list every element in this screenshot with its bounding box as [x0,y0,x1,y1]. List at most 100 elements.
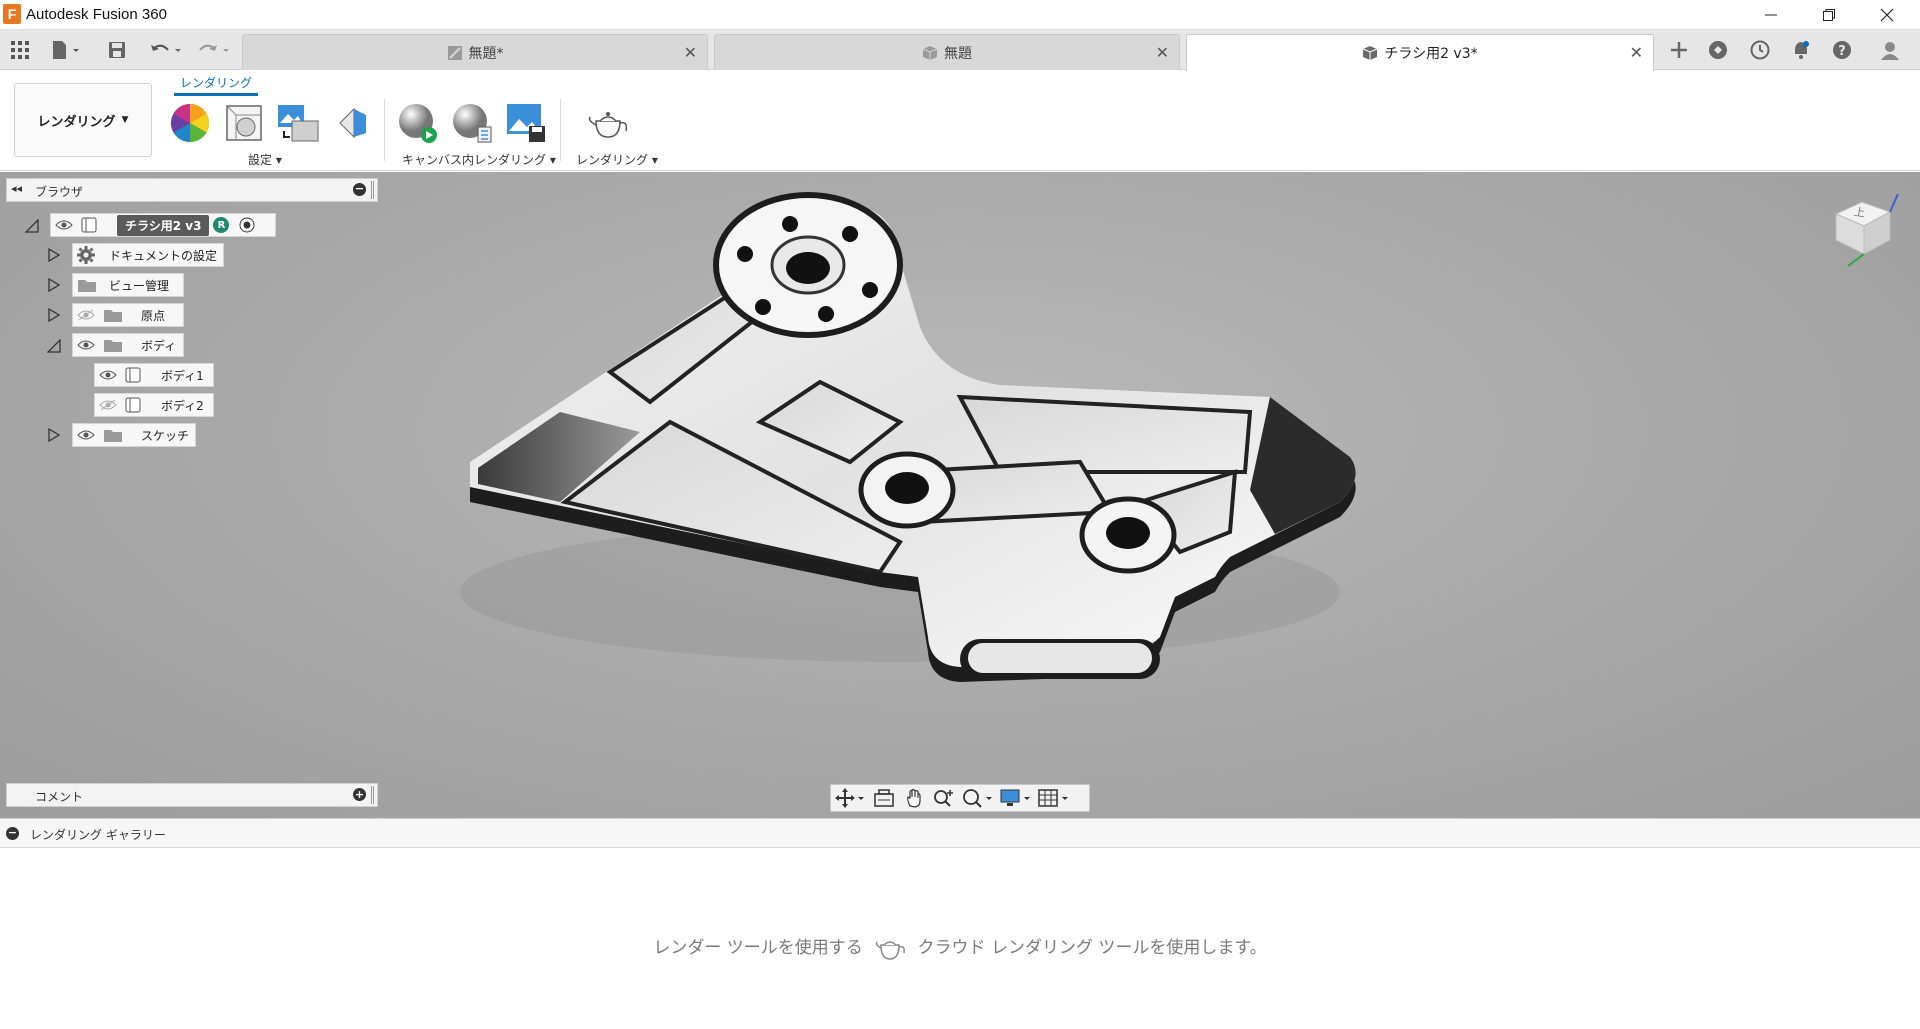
title-bar: F Autodesk Fusion 360 [0,0,1920,30]
panel-grip-icon[interactable] [371,181,374,199]
add-comment-icon[interactable]: + [353,788,366,801]
browser-item-origin[interactable]: 原点 [72,303,184,327]
orbit-icon [835,788,864,808]
canvas-viewport[interactable]: 上 [0,172,1920,818]
tab-close-icon[interactable]: ✕ [1156,43,1169,62]
eye-icon[interactable] [77,339,95,351]
group-label-incanvas[interactable]: キャンバス内レンダリング ▾ [402,151,556,168]
redo-button[interactable] [194,38,234,62]
look-at-button[interactable] [869,785,899,811]
data-panel-button[interactable] [7,38,33,62]
root-label: チラシ用2 v3 [117,214,210,236]
job-status-button[interactable] [1747,38,1773,62]
tab-close-icon[interactable]: ✕ [1630,43,1643,62]
zoom-fit-icon [963,789,992,808]
eye-icon[interactable] [77,429,95,441]
help-button[interactable]: ? [1829,38,1855,62]
zoom-button[interactable] [929,785,959,811]
capture-image-button[interactable] [504,101,548,145]
capture-image-icon [507,104,545,142]
pan-button[interactable] [899,785,929,811]
browser-item-label: ボディ1 [161,368,204,383]
in-canvas-render-settings-button[interactable] [450,101,494,145]
in-canvas-render-button[interactable] [396,101,440,145]
tab-document-3[interactable]: チラシ用2 v3* ✕ [1186,34,1654,71]
render-sphere-play-icon [399,104,437,143]
collapse-gallery-icon[interactable]: − [6,827,19,840]
render-button[interactable] [586,101,630,145]
group-label-settings[interactable]: 設定 ▾ [248,151,282,168]
extensions-button[interactable] [1705,38,1731,62]
browser-item-label: ボディ [141,338,177,353]
activate-radio-icon[interactable] [239,217,255,233]
tab-document-1[interactable]: 無題* ✕ [242,34,708,70]
tab-close-icon[interactable]: ✕ [684,43,697,62]
panel-grip-icon[interactable] [371,786,374,804]
minimize-icon [1765,14,1777,16]
tab-active-indicator [174,93,258,96]
app-title: Autodesk Fusion 360 [26,6,167,23]
browser-item-label: ドキュメントの設定 [109,248,218,263]
group-label-render[interactable]: レンダリング ▾ [576,151,658,168]
group-separator [560,99,561,161]
tree-collapsed-icon[interactable] [46,277,62,293]
save-button[interactable] [104,38,130,62]
folder-icon [77,277,97,293]
browser-title: ブラウザ [35,185,84,199]
browser-item-document-settings[interactable]: ドキュメントの設定 [72,243,224,267]
new-tab-button[interactable] [1664,38,1694,62]
tab-render[interactable]: レンダリング [174,74,258,91]
sketch-doc-icon [447,45,462,60]
tree-collapsed-icon[interactable] [46,247,62,263]
body-icon [125,397,141,413]
browser-item-body2[interactable]: ボディ2 [94,393,214,417]
collapse-panel-icon[interactable]: ◂◂ [11,182,22,195]
view-cube[interactable]: 上 [1826,190,1906,270]
comments-panel-header[interactable]: コメント + [6,783,378,807]
eye-icon[interactable] [55,219,73,231]
user-account-button[interactable] [1877,38,1903,62]
folder-icon [103,307,123,323]
tab-document-2[interactable]: 無題 ✕ [714,34,1180,70]
browser-item-bodies[interactable]: ボディ [72,333,184,357]
minimize-button[interactable] [1742,0,1800,30]
eye-hidden-icon[interactable] [77,309,95,321]
tree-expanded-icon[interactable] [24,218,40,234]
display-monitor-icon [1000,789,1030,806]
browser-item-body1[interactable]: ボディ1 [94,363,214,387]
close-button[interactable] [1858,0,1916,30]
restore-button[interactable] [1800,0,1858,30]
gear-icon [77,246,95,264]
workspace-switcher[interactable]: レンダリング ▼ [14,83,152,157]
display-settings-button[interactable] [997,785,1035,811]
fit-button[interactable] [959,785,997,811]
rendered-part [460,192,1356,682]
component-icon [81,217,97,233]
tree-expanded-icon[interactable] [46,338,62,354]
eye-hidden-icon[interactable] [99,399,117,411]
browser-item-label: ボディ2 [161,398,204,413]
browser-item-named-views[interactable]: ビュー管理 [72,273,184,297]
orbit-button[interactable] [831,785,869,811]
render-gallery-header[interactable]: − レンダリング ギャラリー [0,818,1920,848]
notifications-button[interactable] [1788,38,1814,62]
scene-settings-button[interactable] [222,101,266,145]
undo-button[interactable] [146,38,186,62]
appearance-button[interactable] [168,101,212,145]
save-icon [109,42,125,58]
browser-panel-header[interactable]: ◂◂ ブラウザ − [6,178,378,202]
grid-apps-icon [11,41,29,59]
restore-icon [1823,9,1835,21]
folder-icon [103,427,123,443]
browser-root-node[interactable]: チラシ用2 v3 R [50,213,276,237]
file-menu-button[interactable] [46,38,86,62]
minimize-panel-icon[interactable]: − [353,183,366,196]
eye-icon[interactable] [99,369,117,381]
grid-settings-button[interactable] [1035,785,1073,811]
browser-item-sketches[interactable]: スケッチ [72,423,196,447]
tree-collapsed-icon[interactable] [46,307,62,323]
gallery-message-after: クラウド レンダリング ツールを使用します。 [917,938,1267,958]
texture-map-button[interactable] [276,101,320,145]
decal-button[interactable] [330,101,374,145]
tree-collapsed-icon[interactable] [46,427,62,443]
